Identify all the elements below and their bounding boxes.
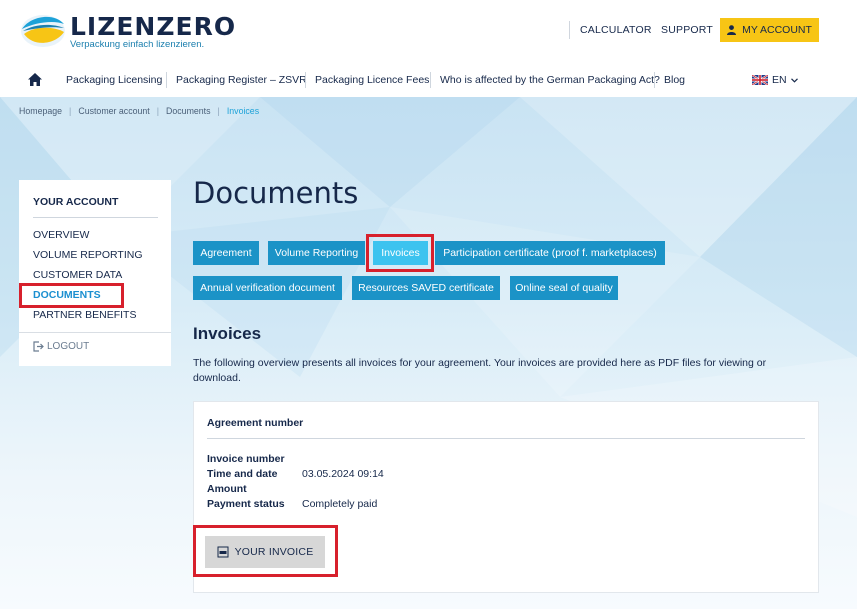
tab-agreement[interactable]: Agreement [193, 241, 259, 265]
time-date-value: 03.05.2024 09:14 [302, 468, 384, 480]
time-date-label: Time and date [207, 468, 278, 480]
logout-icon [33, 341, 44, 352]
invoice-number-label: Invoice number [207, 453, 285, 465]
language-selector[interactable]: EN [752, 74, 798, 86]
support-link[interactable]: SUPPORT [661, 24, 713, 36]
brand-name: LIZENZERO [70, 12, 237, 41]
breadcrumb-homepage[interactable]: Homepage [19, 106, 62, 116]
breadcrumb-documents[interactable]: Documents [166, 106, 211, 116]
card-divider [207, 438, 805, 439]
language-label: EN [772, 74, 787, 86]
logout-label: LOGOUT [47, 341, 90, 352]
uk-flag-icon [752, 75, 768, 85]
brand-logo[interactable]: LIZENZERO Verpackung einfach lizenzieren… [20, 10, 235, 54]
nav-separator [430, 72, 431, 88]
site-header: LIZENZERO Verpackung einfach lizenzieren… [0, 0, 857, 63]
section-description: The following overview presents all invo… [193, 357, 767, 384]
logout-link[interactable]: LOGOUT [33, 341, 89, 352]
sidebar-divider [33, 217, 158, 218]
my-account-button[interactable]: MY ACCOUNT [720, 18, 819, 42]
chevron-down-icon [790, 77, 798, 83]
breadcrumb-customer-account[interactable]: Customer account [78, 106, 149, 116]
amount-label: Amount [207, 483, 247, 495]
breadcrumb-separator: | [156, 106, 160, 116]
nav-separator [305, 72, 306, 88]
tab-seal-of-quality[interactable]: Online seal of quality [510, 276, 618, 300]
logo-icon [21, 15, 65, 47]
payment-status-label: Payment status [207, 498, 285, 510]
highlight-documents [19, 283, 124, 308]
sidebar-divider [19, 332, 171, 333]
sidebar-item-overview[interactable]: OVERVIEW [33, 229, 89, 241]
nav-item-who-is-affected[interactable]: Who is affected by the German Packaging … [440, 74, 660, 86]
breadcrumb-invoices: Invoices [226, 106, 260, 116]
breadcrumb-separator: | [69, 106, 72, 116]
sidebar-item-volume-reporting[interactable]: VOLUME REPORTING [33, 249, 143, 261]
section-title: Invoices [193, 324, 262, 343]
home-icon[interactable] [28, 73, 42, 86]
main-nav: Packaging Licensing Packaging Register –… [0, 63, 857, 97]
nav-item-blog[interactable]: Blog [664, 74, 685, 86]
payment-status-value: Completely paid [302, 498, 378, 510]
nav-separator [166, 72, 167, 88]
account-sidebar: YOUR ACCOUNT OVERVIEW VOLUME REPORTING C… [19, 180, 171, 366]
my-account-label: MY ACCOUNT [742, 24, 812, 36]
highlight-invoice-button [193, 525, 338, 577]
brand-tagline: Verpackung einfach lizenzieren. [70, 39, 205, 50]
nav-item-packaging-register[interactable]: Packaging Register – ZSVR [176, 74, 307, 86]
calculator-link[interactable]: CALCULATOR [580, 24, 652, 36]
sidebar-title: YOUR ACCOUNT [33, 196, 119, 208]
user-icon [727, 25, 737, 35]
tab-volume-reporting[interactable]: Volume Reporting [268, 241, 365, 265]
nav-separator [654, 72, 655, 88]
tab-annual-verification[interactable]: Annual verification document [193, 276, 342, 300]
sidebar-item-customer-data[interactable]: CUSTOMER DATA [33, 269, 122, 281]
page-title: Documents [193, 176, 359, 210]
tab-resources-saved[interactable]: Resources SAVED certificate [352, 276, 500, 300]
agreement-number-label: Agreement number [207, 417, 304, 429]
breadcrumb: Homepage | Customer account | Documents … [19, 106, 259, 116]
header-divider [569, 21, 570, 39]
highlight-invoices-tab [366, 234, 434, 272]
nav-item-licence-fees[interactable]: Packaging Licence Fees [315, 74, 429, 86]
breadcrumb-separator: | [217, 106, 220, 116]
nav-item-packaging-licensing[interactable]: Packaging Licensing [66, 74, 162, 86]
sidebar-item-partner-benefits[interactable]: PARTNER BENEFITS [33, 309, 136, 321]
tab-participation-certificate[interactable]: Participation certificate (proof f. mark… [435, 241, 665, 265]
